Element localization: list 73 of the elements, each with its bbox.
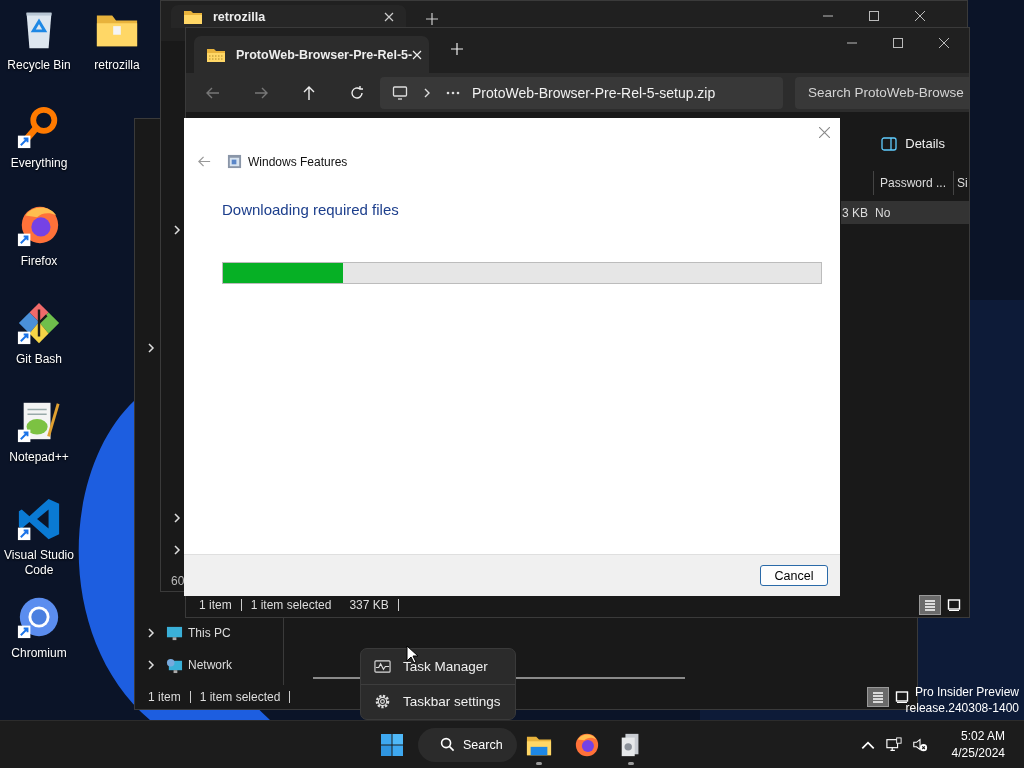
tiles-icon xyxy=(947,598,961,612)
pointer-icon xyxy=(406,645,418,664)
menu-item[interactable]: Task Manager xyxy=(361,649,515,684)
chevron-icon[interactable] xyxy=(172,544,182,556)
status-text: 1 item xyxy=(148,691,191,703)
status-text: 1 item selected xyxy=(250,598,333,612)
search-button[interactable]: Search xyxy=(418,727,517,762)
file-row[interactable]: 3 KB No xyxy=(841,201,969,224)
status-text: 60 xyxy=(171,574,185,588)
refresh-icon[interactable] xyxy=(349,84,365,101)
desktop-shortcut[interactable]: Everything xyxy=(0,104,78,171)
table-cell: No xyxy=(875,205,891,220)
start-icon[interactable] xyxy=(380,732,404,757)
table-cell-text: 3 KB xyxy=(841,205,869,220)
folder-icon xyxy=(183,8,203,25)
zip-folder-icon xyxy=(206,46,226,63)
clock-time: 5:02 AM xyxy=(960,727,1005,745)
close-icon[interactable] xyxy=(384,11,394,22)
monitor-icon xyxy=(392,84,408,101)
back-arrow-icon[interactable] xyxy=(197,154,212,169)
desktop-shortcut[interactable]: Chromium xyxy=(0,594,78,661)
desktop-shortcut[interactable]: Git Bash xyxy=(0,300,78,367)
chevron-icon[interactable] xyxy=(172,512,182,524)
tab[interactable]: ProtoWeb-Browser-Pre-Rel-5- xyxy=(194,36,429,73)
list-icon xyxy=(871,690,885,704)
status-text: 337 KB xyxy=(349,599,399,611)
details-pane-icon xyxy=(881,136,898,151)
status-text: 1 item xyxy=(199,599,242,611)
tiles-icon xyxy=(895,690,909,704)
search-field[interactable]: Search ProtoWeb-Browse xyxy=(795,76,969,109)
nav-item[interactable]: Network xyxy=(135,649,283,681)
fox-globe-icon xyxy=(574,731,600,758)
nav-item[interactable]: This PC xyxy=(135,617,283,649)
muted-speaker-icon[interactable] xyxy=(911,736,928,753)
desktop-shortcut[interactable]: Visual Studio Code xyxy=(0,496,78,578)
chevron-icon[interactable] xyxy=(146,659,156,671)
column-header[interactable]: Si xyxy=(953,171,969,195)
list-icon xyxy=(923,598,937,612)
column-header[interactable]: Password ... xyxy=(873,171,953,195)
clock-date: 4/25/2024 xyxy=(951,744,1005,762)
plus-icon[interactable] xyxy=(426,13,438,25)
dialog-title: Windows Features xyxy=(248,154,348,169)
window-icon xyxy=(227,154,242,169)
clock[interactable]: 5:02 AM 4/25/2024 xyxy=(951,727,1005,762)
running-indicator xyxy=(536,761,542,765)
desktop-shortcut[interactable]: retrozilla xyxy=(78,6,156,73)
menu-item[interactable]: Taskbar settings xyxy=(361,683,515,719)
details-view-button[interactable] xyxy=(919,595,941,615)
up-arrow-icon[interactable] xyxy=(301,84,317,101)
tab[interactable]: retrozilla xyxy=(171,5,406,28)
running-indicator xyxy=(628,761,634,765)
gear-icon xyxy=(374,693,391,711)
chevron-icon xyxy=(422,86,432,99)
details-view-button[interactable] xyxy=(867,687,889,707)
monitor-icon xyxy=(166,624,183,642)
watermark-text: release.240308-1400 xyxy=(905,700,1019,716)
more-icon[interactable] xyxy=(446,90,460,95)
address-bar[interactable]: ProtoWeb-Browser-Pre-Rel-5-setup.zip xyxy=(380,76,783,109)
watermark-text: Pro Insider Preview xyxy=(914,684,1019,700)
search-icon xyxy=(440,737,455,752)
details-button[interactable]: Details xyxy=(877,132,969,155)
desktop-shortcut[interactable]: Firefox xyxy=(0,202,78,269)
chevron-icon[interactable] xyxy=(172,224,182,236)
cancel-button[interactable]: Cancel xyxy=(760,565,828,586)
status-text: 1 item selected xyxy=(199,691,291,703)
chevron-icon[interactable] xyxy=(146,627,156,639)
desktop-shortcut[interactable]: Notepad++ xyxy=(0,398,78,465)
pulse-chart-icon xyxy=(374,657,391,675)
dialog-heading: Downloading required files xyxy=(222,201,400,218)
network-icon[interactable] xyxy=(885,736,902,753)
network-monitor-icon xyxy=(166,656,183,674)
chevron-icon[interactable] xyxy=(146,342,156,354)
desktop-shortcut[interactable]: Recycle Bin xyxy=(0,6,78,73)
